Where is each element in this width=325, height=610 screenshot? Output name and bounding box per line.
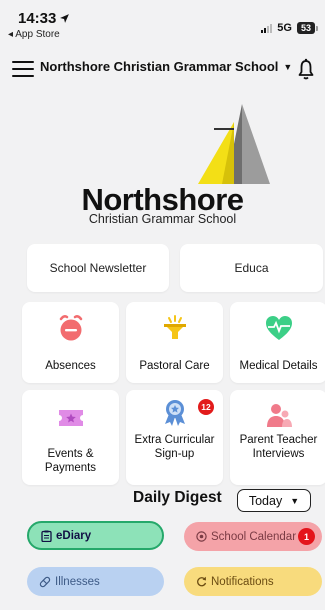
notification-badge: 12 bbox=[198, 399, 214, 415]
menu-icon[interactable] bbox=[12, 61, 34, 77]
bell-icon[interactable] bbox=[298, 58, 314, 80]
tile-label-parent-teacher-interviews: Parent Teacher Interviews bbox=[239, 434, 318, 460]
pill-capsule-icon bbox=[39, 576, 51, 587]
funnel-icon bbox=[163, 315, 186, 339]
ediary-label: eDiary bbox=[56, 529, 92, 542]
status-time-group: 14:33 bbox=[18, 10, 70, 27]
app-header: Northshore Christian Grammar School ▼ bbox=[0, 56, 325, 90]
digest-period-select[interactable]: Today ▼ bbox=[237, 489, 311, 512]
battery-icon: 53 bbox=[296, 22, 319, 34]
tile-events-payments[interactable]: Events & Payments bbox=[22, 390, 119, 485]
status-bar: 14:33 ◂ App Store 5G 53 bbox=[0, 0, 325, 48]
notifications-button[interactable]: Notifications bbox=[184, 567, 322, 596]
ticket-icon bbox=[58, 410, 83, 426]
people-icon bbox=[266, 404, 292, 427]
daily-digest-heading: Daily Digest bbox=[133, 489, 222, 506]
refresh-icon bbox=[197, 576, 207, 587]
tile-parent-teacher-interviews[interactable]: Parent Teacher Interviews bbox=[230, 390, 325, 485]
heart-pulse-icon bbox=[265, 316, 292, 340]
school-newsletter-button[interactable]: School Newsletter bbox=[27, 244, 169, 292]
tile-medical-details[interactable]: Medical Details bbox=[230, 302, 325, 383]
alarm-clock-icon bbox=[59, 315, 82, 341]
caret-down-icon: ▼ bbox=[283, 61, 293, 72]
school-newsletter-label: School Newsletter bbox=[49, 261, 147, 275]
tile-label-medical-details: Medical Details bbox=[239, 360, 318, 372]
clipboard-icon bbox=[41, 530, 52, 542]
status-time: 14:33 bbox=[18, 10, 57, 27]
calendar-icon bbox=[196, 531, 207, 542]
status-indicators: 5G 53 bbox=[261, 22, 319, 34]
tile-absences[interactable]: Absences bbox=[22, 302, 119, 383]
location-arrow-icon bbox=[60, 14, 70, 23]
tile-label-pastoral-care: Pastoral Care bbox=[139, 360, 210, 372]
school-calendar-label: School Calendar bbox=[211, 530, 297, 543]
educa-button[interactable]: Educa bbox=[180, 244, 323, 292]
tile-label-absences: Absences bbox=[45, 360, 96, 372]
logo-subtitle: Christian Grammar School bbox=[88, 212, 237, 226]
digest-period-value: Today bbox=[248, 493, 283, 508]
caret-down-icon: ▼ bbox=[290, 495, 300, 506]
signal-icon bbox=[261, 23, 273, 33]
tile-label-events-payments: Events & Payments bbox=[44, 448, 97, 474]
illnesses-button[interactable]: Illnesses bbox=[27, 567, 164, 596]
award-ribbon-icon bbox=[164, 400, 185, 426]
network-type: 5G bbox=[277, 22, 292, 34]
back-to-app-store-link[interactable]: ◂ App Store bbox=[8, 29, 60, 40]
calendar-badge: 1 bbox=[298, 528, 315, 545]
notifications-label: Notifications bbox=[211, 575, 274, 588]
school-selector[interactable]: Northshore Christian Grammar School ▼ bbox=[40, 59, 292, 74]
tile-label-extra-curricular: Extra Curricular Sign-up bbox=[134, 434, 215, 460]
school-name: Northshore Christian Grammar School bbox=[40, 59, 279, 74]
school-calendar-button[interactable]: School Calendar 1 bbox=[184, 522, 322, 551]
school-emblem-icon bbox=[198, 104, 270, 184]
tile-extra-curricular[interactable]: 12 Extra Curricular Sign-up bbox=[126, 390, 223, 485]
tile-pastoral-care[interactable]: Pastoral Care bbox=[126, 302, 223, 383]
educa-label: Educa bbox=[234, 261, 269, 275]
school-logo: Northshore Christian Grammar School bbox=[0, 100, 325, 230]
ediary-button[interactable]: eDiary bbox=[27, 521, 164, 550]
illnesses-label: Illnesses bbox=[55, 575, 100, 588]
